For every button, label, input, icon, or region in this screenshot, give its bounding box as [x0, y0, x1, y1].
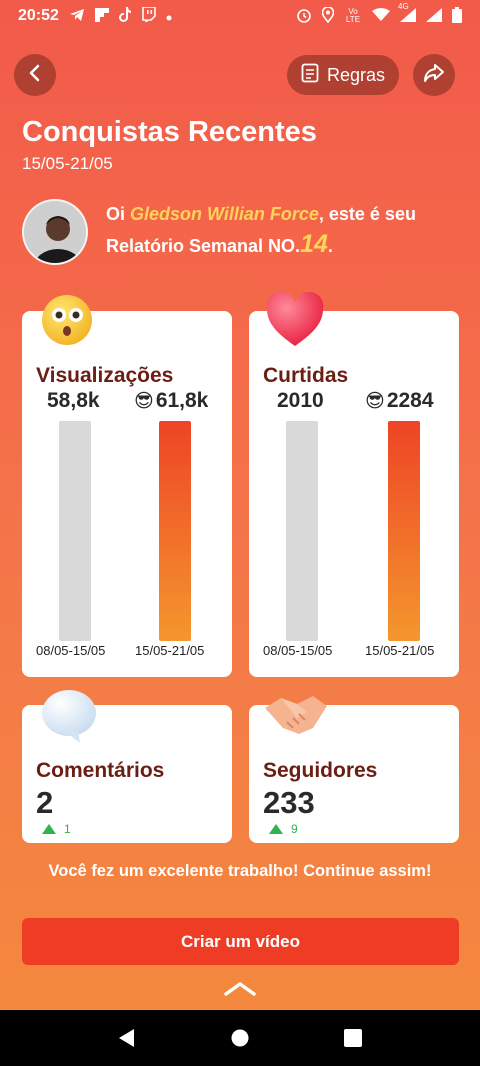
- likes-prev-value: 2010: [277, 389, 324, 412]
- user-name: Gledson Willian Force: [130, 204, 319, 224]
- clock-time: 20:52: [18, 7, 59, 24]
- circle-home-icon: [231, 1029, 249, 1047]
- dot-icon: [166, 8, 172, 24]
- up-arrow-icon: [42, 824, 56, 834]
- greeting-report-label: Relatório Semanal NO.: [106, 236, 301, 256]
- views-title: Visualizações: [36, 364, 174, 387]
- avatar: [22, 199, 88, 265]
- week-date-range: 15/05-21/05: [22, 154, 113, 173]
- create-video-button[interactable]: Criar um vídeo: [22, 918, 459, 965]
- up-arrow-icon: [269, 824, 283, 834]
- views-prev-value: 58,8k: [47, 389, 100, 412]
- document-icon: [301, 63, 319, 88]
- flipboard-icon: [94, 7, 109, 25]
- report-number: 14: [300, 230, 328, 258]
- signal-4g-icon: 4G: [398, 2, 416, 25]
- telegram-icon: [69, 8, 85, 25]
- rules-button[interactable]: Regras: [287, 55, 399, 95]
- followers-delta-value: 9: [291, 822, 298, 836]
- battery-icon: [452, 6, 462, 26]
- nav-recents-button[interactable]: [333, 1018, 373, 1058]
- tiktok-icon: [118, 7, 132, 25]
- page-title: Conquistas Recentes: [22, 116, 317, 148]
- views-curr-value-group: 😎 61,8k: [134, 389, 208, 413]
- wifi-icon: [372, 7, 390, 25]
- chevron-up-icon[interactable]: [222, 980, 258, 1001]
- nav-home-button[interactable]: [220, 1018, 260, 1058]
- sunglasses-emoji-icon: 😎: [134, 390, 154, 412]
- comments-title: Comentários: [36, 759, 165, 782]
- followers-title: Seguidores: [263, 759, 378, 782]
- surprised-face-icon: [40, 293, 94, 352]
- greeting-text: Oi Gledson Willian Force, este é seu Rel…: [106, 199, 466, 261]
- likes-card: Curtidas 2010 😎 2284 08/05-15/05 15/05-2…: [249, 311, 459, 677]
- status-bar: 20:52 Vo LTE 4G: [0, 0, 480, 32]
- twitch-icon: [142, 6, 156, 25]
- speech-bubble-icon: [40, 688, 98, 749]
- views-curr-label: 15/05-21/05: [135, 643, 205, 658]
- triangle-back-icon: [118, 1029, 134, 1047]
- handshake-icon: [263, 688, 329, 745]
- back-button[interactable]: [14, 54, 56, 96]
- location-icon: [321, 5, 335, 26]
- signal-icon: [426, 7, 442, 25]
- likes-curr-value-group: 😎 2284: [365, 389, 434, 413]
- views-curr-bar: [159, 421, 191, 641]
- rules-label: Regras: [326, 64, 386, 85]
- greeting-suffix: .: [327, 236, 333, 256]
- views-prev-label: 08/05-15/05: [36, 643, 106, 658]
- network-type-label: 4G: [398, 1, 409, 11]
- share-arrow-icon: [423, 63, 445, 88]
- likes-prev-label: 08/05-15/05: [263, 643, 333, 658]
- square-recents-icon: [344, 1029, 363, 1047]
- comments-delta: 1: [42, 822, 71, 836]
- likes-curr-bar: [388, 421, 420, 641]
- likes-curr-label: 15/05-21/05: [365, 643, 435, 658]
- notification-icons: [69, 6, 172, 25]
- comments-value: 2: [36, 785, 54, 820]
- comments-delta-value: 1: [64, 822, 71, 836]
- views-prev-bar: [59, 421, 91, 641]
- system-icons: Vo LTE 4G: [296, 2, 462, 26]
- views-card: Visualizações 58,8k 😎 61,8k 08/05-15/05 …: [22, 311, 232, 677]
- likes-title: Curtidas: [263, 364, 349, 387]
- nav-back-button[interactable]: [107, 1018, 147, 1058]
- volte-icon: Vo LTE: [345, 7, 361, 24]
- sunglasses-emoji-icon: 😎: [365, 390, 385, 412]
- followers-value: 233: [263, 785, 315, 820]
- encouragement-message: Você fez um excelente trabalho! Continue…: [48, 862, 432, 880]
- greeting-prefix: Oi: [106, 204, 131, 224]
- system-navigation-bar: [0, 1010, 480, 1066]
- views-curr-value: 61,8k: [155, 389, 209, 412]
- share-button[interactable]: [413, 54, 455, 96]
- alarm-icon: [296, 7, 312, 26]
- followers-delta: 9: [269, 822, 298, 836]
- chevron-left-icon: [28, 64, 42, 87]
- likes-curr-value: 2284: [386, 389, 434, 412]
- likes-prev-bar: [286, 421, 318, 641]
- heart-icon: [265, 291, 325, 353]
- greeting-middle: , este é seu: [318, 204, 416, 224]
